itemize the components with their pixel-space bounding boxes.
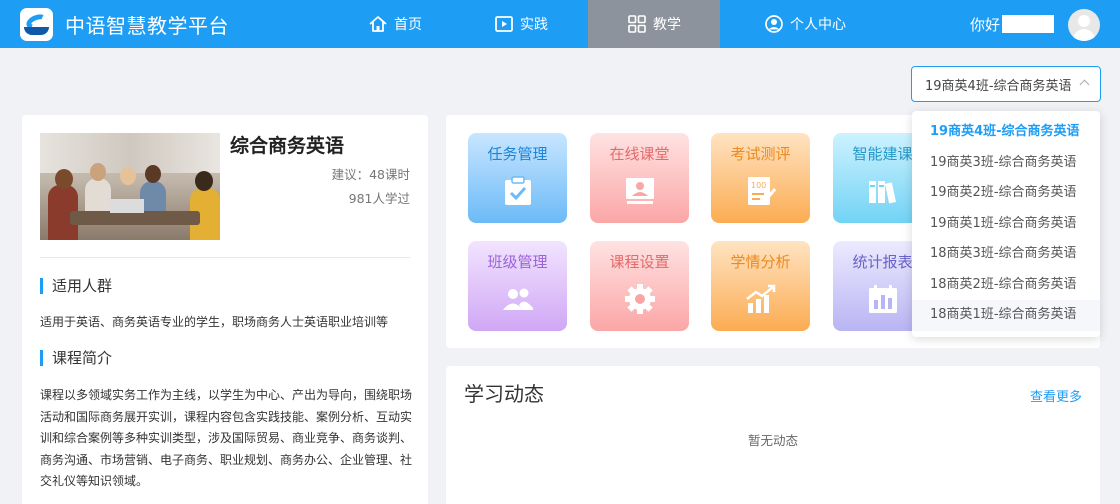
platform-logo-icon <box>20 7 53 41</box>
class-option[interactable]: 19商英2班-综合商务英语 <box>912 178 1100 209</box>
audience-heading: 适用人群 <box>40 278 112 294</box>
books-icon <box>866 175 900 207</box>
nav-practice[interactable]: 实践 <box>466 0 576 48</box>
user-circle-icon <box>764 14 784 34</box>
learning-activity-card: 学习动态 查看更多 暂无动态 <box>446 366 1100 504</box>
grid-icon <box>627 14 647 34</box>
chevron-up-icon <box>1079 79 1090 90</box>
avatar[interactable] <box>1068 9 1100 41</box>
tile-learning-analysis[interactable]: 学情分析 <box>711 241 810 331</box>
greeting-text: 你好 <box>970 15 1001 34</box>
tile-label: 考试测评 <box>730 145 791 163</box>
online-class-icon <box>623 175 657 207</box>
nav-personal-center[interactable]: 个人中心 <box>740 0 870 48</box>
class-select-value: 19商英4班-综合商务英语 <box>925 78 1072 94</box>
class-option[interactable]: 18商英3班-综合商务英语 <box>912 239 1100 270</box>
empty-activity-text: 暂无动态 <box>747 433 798 448</box>
divider <box>40 257 410 258</box>
tile-label: 班级管理 <box>487 253 548 271</box>
gear-icon <box>623 283 657 315</box>
clipboard-check-icon <box>501 175 535 207</box>
home-icon <box>368 14 388 34</box>
audience-text: 适用于英语、商务英语专业的学生，职场商务人士英语职业培训等 <box>40 315 389 329</box>
nav-teach-label: 教学 <box>653 17 681 33</box>
nav-practice-label: 实践 <box>520 17 548 33</box>
class-dropdown-menu: 19商英4班-综合商务英语 19商英3班-综合商务英语 19商英2班-综合商务英… <box>912 111 1100 337</box>
svg-text:100: 100 <box>751 181 766 190</box>
course-info-card: 综合商务英语 建议：48课时 981人学过 适用人群 适用于英语、商务英语专业的… <box>22 115 428 504</box>
class-option[interactable]: 19商英3班-综合商务英语 <box>912 148 1100 179</box>
nav-home-label: 首页 <box>394 17 422 33</box>
tile-label: 任务管理 <box>487 145 548 163</box>
class-select[interactable]: 19商英4班-综合商务英语 <box>911 66 1101 102</box>
nav-personal-center-label: 个人中心 <box>790 17 846 33</box>
nav-home[interactable]: 首页 <box>340 0 450 48</box>
intro-text: 课程以多领域实务工作为主线，以学生为中心、产出为导向，围绕职场活动和国际商务展开… <box>40 388 413 488</box>
intro-heading: 课程简介 <box>40 350 112 366</box>
growth-chart-icon <box>744 283 778 315</box>
tile-label: 学情分析 <box>730 253 791 271</box>
class-option[interactable]: 18商英2班-综合商务英语 <box>912 270 1100 301</box>
activity-title: 学习动态 <box>464 382 544 406</box>
user-greeting: 你好 <box>970 0 1055 48</box>
tile-label: 在线课堂 <box>609 145 670 163</box>
course-hours: 建议：48课时 <box>331 167 410 182</box>
tile-task-management[interactable]: 任务管理 <box>468 133 567 223</box>
bar-report-icon <box>866 283 900 315</box>
top-nav-bar: 中语智慧教学平台 首页 实践 教学 个人中心 你好 <box>0 0 1120 48</box>
brand-title: 中语智慧教学平台 <box>65 13 229 38</box>
course-title: 综合商务英语 <box>230 135 345 157</box>
class-option[interactable]: 19商英1班-综合商务英语 <box>912 209 1100 240</box>
nav-teach[interactable]: 教学 <box>588 0 720 48</box>
tile-online-class[interactable]: 在线课堂 <box>590 133 689 223</box>
course-learners: 981人学过 <box>348 191 410 206</box>
play-icon <box>494 14 514 34</box>
tile-class-management[interactable]: 班级管理 <box>468 241 567 331</box>
brand[interactable]: 中语智慧教学平台 <box>20 6 229 42</box>
course-cover-image <box>40 133 220 240</box>
class-option[interactable]: 19商英4班-综合商务英语 <box>912 117 1100 148</box>
class-option[interactable]: 18商英1班-综合商务英语 <box>912 300 1100 331</box>
redacted-username <box>1002 15 1055 33</box>
tile-exam-assessment[interactable]: 考试测评 100 <box>711 133 810 223</box>
view-more-link[interactable]: 查看更多 <box>1030 386 1082 405</box>
tile-label: 课程设置 <box>609 253 670 271</box>
people-icon <box>501 283 535 315</box>
exam-score-icon: 100 <box>744 175 778 207</box>
tile-course-settings[interactable]: 课程设置 <box>590 241 689 331</box>
